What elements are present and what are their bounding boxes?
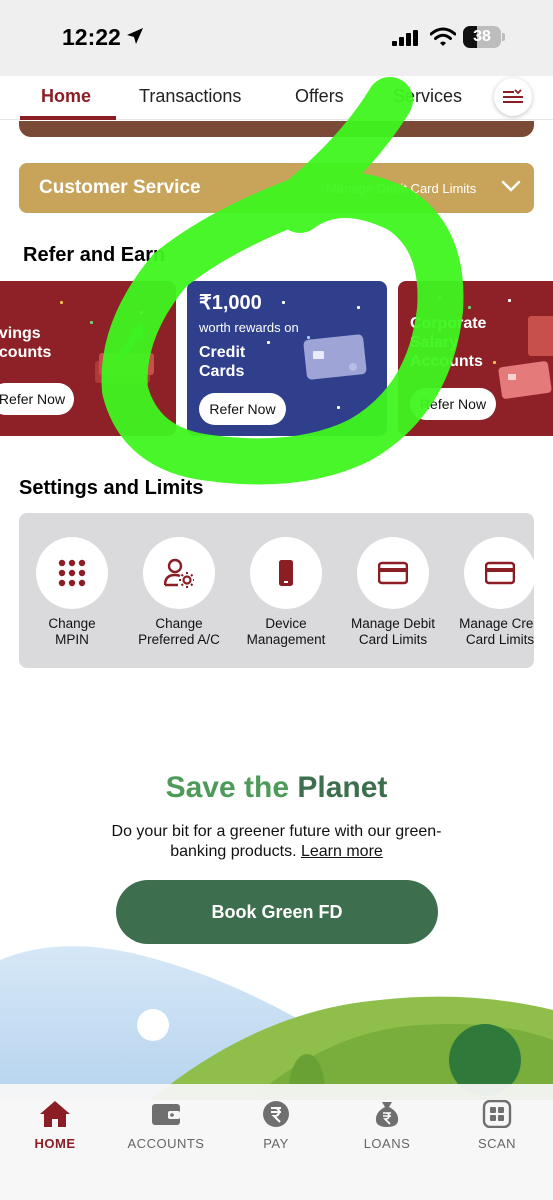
landscape-illustration [0,946,553,1100]
description-text: Do your bit for a greener future with ou… [111,823,442,860]
nav-label: ACCOUNTS [127,1136,205,1151]
refer-now-button[interactable]: Refer Now [199,393,286,425]
tab-home[interactable]: Home [41,86,91,107]
mobile-device-icon [279,560,293,586]
refer-card-credit-cards[interactable]: ₹1,000 worth rewards on Credit Cards Ref… [187,281,387,436]
refer-now-button[interactable]: Refer Now [0,383,74,415]
nav-home[interactable]: HOME [5,1100,105,1151]
battery-level: 38 [473,28,491,45]
wifi-icon [430,27,456,46]
nav-pay[interactable]: PAY [226,1100,326,1151]
nav-loans[interactable]: LOANS [337,1100,437,1151]
tab-offers[interactable]: Offers [295,86,344,107]
option-label-line2: Card Limits [358,632,428,647]
nav-scan[interactable]: SCAN [447,1100,547,1151]
card-line: avings [0,325,41,342]
green-banner-title: Save the Planet [0,771,553,805]
refer-card-corporate-salary[interactable]: Corporate Salary Accounts Refer Now [398,281,553,436]
chevron-down-icon [501,180,521,192]
option-label-line2: Card Limits [465,632,534,647]
nav-label: SCAN [477,1136,517,1151]
reward-amount: ₹1,000 [199,292,262,314]
learn-more-link[interactable]: Learn more [301,843,383,860]
status-time: 12:22 [62,24,121,50]
option-label-line1: Manage Cred [459,616,534,631]
refer-section-title: Refer and Earn [23,244,166,266]
money-bag-icon [375,1102,399,1127]
user-settings-icon [164,558,194,588]
book-green-fd-button[interactable]: Book Green FD [116,880,438,944]
menu-collapse-icon [503,89,523,103]
option-label-line1: Change [48,616,96,631]
card-icon [485,561,515,585]
option-label-line1: Change [155,616,203,631]
home-icon [40,1101,70,1127]
option-label-line2: MPIN [55,632,89,647]
status-bar: 12:22 38 [0,0,553,76]
menu-button[interactable] [494,78,532,116]
nav-accounts[interactable]: ACCOUNTS [116,1100,216,1151]
location-arrow-icon [127,28,143,44]
option-label-line2: Management [246,632,326,647]
nav-label: LOANS [363,1136,411,1151]
card-line: Corporate [410,315,487,332]
wallet-icon [152,1104,180,1125]
card-line: Cards [199,363,245,380]
nav-label: PAY [263,1136,289,1151]
card-line: ccounts [0,344,52,361]
top-nav: Home Transactions Offers Services [0,76,553,120]
customer-service-title: Customer Service [39,177,201,198]
green-banner-description: Do your bit for a greener future with ou… [100,822,453,862]
bottom-nav: HOME ACCOUNTS PAY LOANS SCAN [0,1084,553,1200]
title-part1: Save the [165,771,290,804]
reward-caption: worth rewards on [199,320,299,335]
keypad-icon [58,559,86,587]
refer-card-savings[interactable]: avings ccounts Refer Now [0,281,176,436]
option-label-line1: Manage Debit [350,616,436,631]
customer-service-bar[interactable]: Customer Service Manage Debit Card Limit… [19,163,534,213]
card-line: Salary [410,334,459,351]
title-part2: Planet [297,771,388,804]
scan-icon [482,1100,512,1128]
tab-transactions[interactable]: Transactions [139,86,241,107]
card-icon [378,561,408,585]
option-label-line1: Device [265,616,307,631]
nav-label: HOME [34,1136,76,1151]
cards-illustration-icon [498,316,553,399]
active-tab-indicator [20,116,116,120]
banner-strip [19,121,534,137]
settings-section-title: Settings and Limits [19,477,204,499]
refer-now-button[interactable]: Refer Now [410,388,496,420]
tab-services[interactable]: Services [393,86,462,107]
option-label-line2: Preferred A/C [138,632,220,647]
card-line: Credit [199,344,246,361]
credit-card-icon [303,334,367,380]
card-line: Accounts [410,353,483,370]
cellular-signal-icon [392,30,418,46]
money-stack-icon [95,323,154,383]
rupee-icon [263,1101,289,1127]
settings-panel: Change MPIN Change Preferred A/C Device … [19,513,534,668]
customer-service-subtitle: Manage Debit Card Limits [326,181,477,196]
app-screen: 12:22 38 Home Transactions Offers Servic… [0,0,553,1200]
battery-icon: 38 [463,26,505,48]
